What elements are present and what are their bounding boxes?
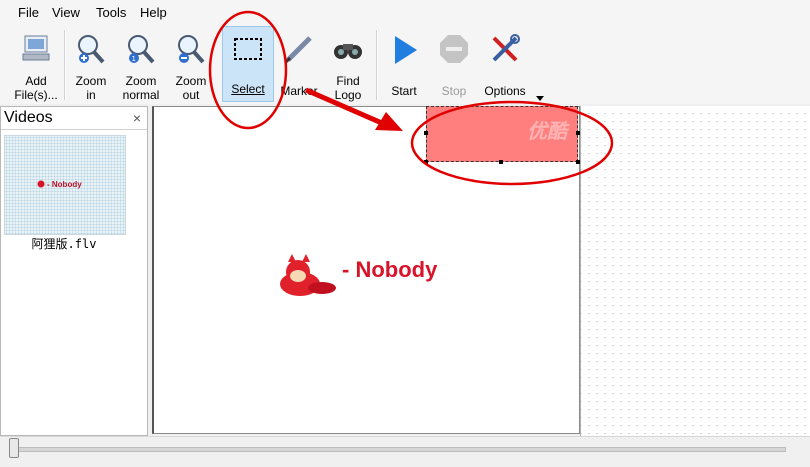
timeline-track[interactable]: [14, 447, 786, 452]
select-rectangle-icon: [234, 38, 262, 60]
options-label: Options: [484, 84, 526, 98]
add-files-label-1: Add: [25, 74, 47, 88]
resize-handle-left[interactable]: [424, 131, 428, 135]
zoom-out-label-1: Zoom: [175, 74, 207, 88]
logo-selection-rectangle[interactable]: 优酷: [426, 106, 578, 162]
add-file-icon: [22, 35, 50, 61]
zoom-normal-icon: 1: [128, 35, 155, 64]
zoom-in-button[interactable]: Zoom in: [70, 28, 112, 102]
marker-label: Marker: [280, 84, 318, 98]
zoom-in-icon: [78, 35, 105, 64]
marker-pen-icon: [284, 36, 312, 64]
marker-button[interactable]: Marker: [278, 28, 320, 102]
zoom-in-label-2: in: [86, 88, 96, 102]
timeline-slider-thumb[interactable]: [9, 438, 19, 458]
resize-handle-bottom-right[interactable]: [576, 160, 580, 164]
find-logo-button[interactable]: Find Logo: [326, 28, 370, 102]
fox-mascot-icon: [280, 254, 336, 296]
add-files-button[interactable]: Add File(s)...: [12, 28, 60, 102]
menu-file[interactable]: File: [18, 5, 39, 20]
watermark-logo-text: 优酷: [527, 121, 567, 143]
find-logo-label-2: Logo: [334, 88, 362, 102]
start-label: Start: [391, 84, 417, 98]
videos-panel: Videos × - Nobody 阿狸版.flv: [0, 106, 148, 436]
play-icon: [395, 36, 417, 64]
menu-view[interactable]: View: [52, 5, 80, 20]
svg-text:1: 1: [132, 55, 136, 63]
zoom-normal-label-2: normal: [122, 88, 160, 102]
add-files-label-2: File(s)...: [14, 88, 58, 102]
menu-bar: File View Tools Help: [0, 0, 810, 24]
toolbar: Add File(s)... Zoom in 1 Zoom normal Zoom: [0, 24, 810, 104]
zoom-out-label-2: out: [182, 88, 200, 102]
tools-icon: [492, 34, 520, 62]
zoom-out-icon: [178, 35, 205, 64]
toolbar-separator: [64, 30, 66, 100]
find-logo-label-1: Find: [336, 74, 360, 88]
select-button[interactable]: Select: [222, 26, 274, 102]
options-button[interactable]: Options: [480, 28, 530, 102]
transparent-canvas-area: [580, 106, 810, 436]
resize-handle-right[interactable]: [576, 131, 580, 135]
resize-handle-bottom-left[interactable]: [424, 160, 428, 164]
menu-tools[interactable]: Tools: [96, 5, 126, 20]
start-button[interactable]: Start: [382, 28, 426, 102]
zoom-normal-button[interactable]: 1 Zoom normal: [118, 28, 164, 102]
stop-icon: [440, 35, 468, 63]
resize-handle-bottom[interactable]: [499, 160, 503, 164]
zoom-out-button[interactable]: Zoom out: [170, 28, 212, 102]
select-label: Select: [231, 82, 265, 96]
dropdown-arrow-icon[interactable]: [536, 96, 544, 102]
video-file-name[interactable]: 阿狸版.flv: [1, 235, 127, 252]
thumbnail-logo-text: - Nobody: [47, 180, 82, 189]
preview-logo-text: - Nobody: [342, 257, 438, 282]
fox-mascot-icon: [37, 180, 45, 188]
close-icon[interactable]: ×: [133, 110, 141, 126]
video-thumbnail[interactable]: - Nobody: [4, 135, 126, 235]
videos-panel-header: Videos ×: [1, 107, 147, 130]
videos-title: Videos: [4, 109, 53, 126]
stop-button[interactable]: Stop: [432, 28, 476, 102]
zoom-in-label-1: Zoom: [75, 74, 107, 88]
zoom-normal-label-1: Zoom: [125, 74, 157, 88]
menu-help[interactable]: Help: [140, 5, 167, 20]
toolbar-separator: [376, 30, 378, 100]
stop-label: Stop: [441, 84, 467, 98]
binoculars-icon: [334, 44, 362, 59]
